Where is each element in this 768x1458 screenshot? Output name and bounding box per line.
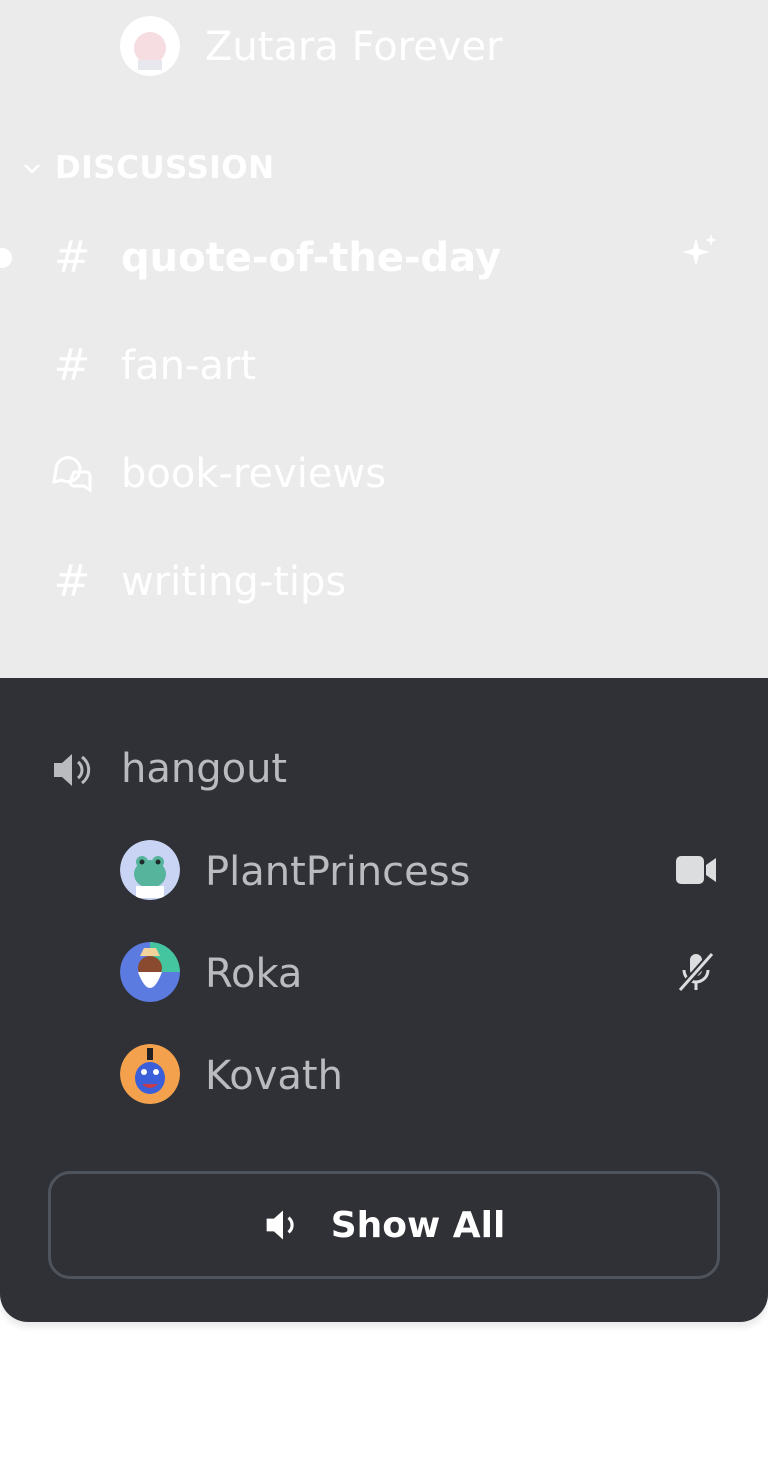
chevron-down-icon[interactable] [20, 156, 44, 180]
show-all-button[interactable]: Show All [48, 1171, 720, 1279]
channel-label: writing-tips [121, 559, 347, 605]
channel-list-panel: Zutara Forever DISCUSSION # quote-of-the… [0, 0, 768, 1322]
hashtag-icon: # [53, 232, 91, 283]
sparkle-icon [682, 234, 717, 266]
forum-icon [52, 456, 92, 493]
voice-channel-label: hangout [121, 746, 288, 792]
channel-label: fan-art [121, 343, 257, 389]
avatar [120, 1044, 180, 1104]
speaker-icon [266, 1210, 294, 1240]
server-avatar [120, 16, 180, 76]
speaker-icon [54, 754, 91, 786]
member-name: Roka [205, 951, 303, 997]
member-name: PlantPrincess [205, 849, 471, 895]
server-name[interactable]: Zutara Forever [205, 23, 503, 71]
avatar [120, 942, 180, 1002]
channel-label: book-reviews [121, 451, 387, 497]
avatar [120, 840, 180, 900]
member-name: Kovath [205, 1053, 343, 1099]
category-discussion[interactable]: DISCUSSION [55, 150, 275, 186]
dimmed-channel-section: Zutara Forever DISCUSSION # quote-of-the… [0, 0, 768, 678]
hashtag-icon: # [53, 556, 91, 607]
hashtag-icon: # [53, 340, 91, 391]
unread-indicator [0, 248, 12, 268]
video-camera-icon [676, 856, 716, 884]
channel-label: quote-of-the-day [121, 235, 502, 281]
muted-microphone-icon [677, 951, 715, 993]
show-all-label: Show All [330, 1204, 506, 1246]
